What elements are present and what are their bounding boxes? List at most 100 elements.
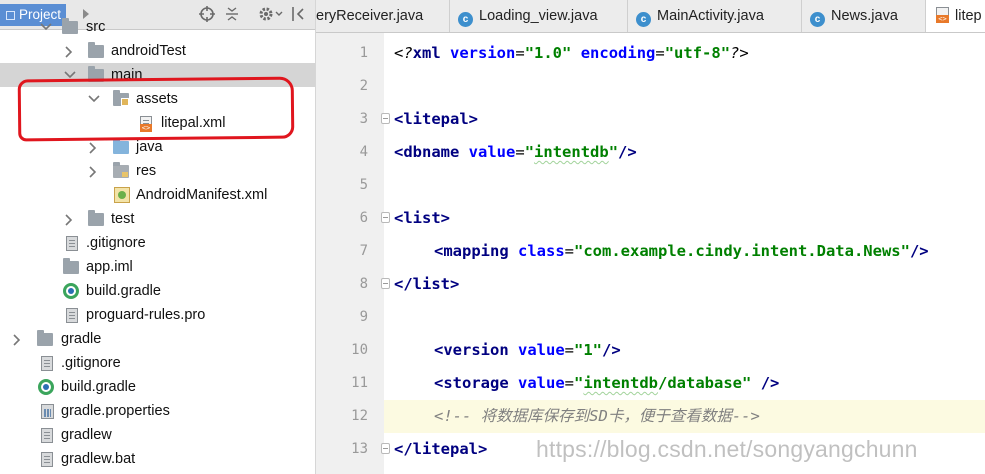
code-line: 7 <mapping class="com.example.cindy.inte… [316, 235, 985, 268]
line-number: 12 [351, 408, 368, 424]
tab-label: News.java [831, 8, 898, 24]
code-line: 1 <?xml version="1.0" encoding="utf-8"?> [316, 37, 985, 70]
tree-item-gradlew-bat[interactable]: gradlew.bat [0, 447, 315, 471]
tree-item-label: gradle [61, 331, 102, 347]
code-line: 2 [316, 70, 985, 103]
fold-marker-icon[interactable] [381, 113, 390, 124]
tab-main-activity[interactable]: c MainActivity.java [628, 0, 802, 32]
tree-item-test[interactable]: test [0, 207, 315, 231]
line-number: 13 [351, 441, 368, 457]
line-number: 6 [359, 210, 368, 226]
code-line: 4 <dbname value="intentdb"/> [316, 136, 985, 169]
tree-item-label: assets [136, 91, 178, 107]
tree-item-androidtest[interactable]: androidTest [0, 39, 315, 63]
xml-file-icon [936, 7, 949, 23]
tree-item-label: gradlew.bat [61, 451, 136, 467]
chevron-down-icon[interactable] [64, 63, 76, 87]
tree-item-label: src [86, 19, 106, 35]
text-file-icon [41, 356, 53, 371]
line-number: 1 [359, 45, 368, 61]
tab-label: MainActivity.java [657, 8, 764, 24]
tree-item-gradlew[interactable]: gradlew [0, 423, 315, 447]
tree-item-label: app.iml [86, 259, 133, 275]
chevron-right-icon[interactable] [64, 39, 76, 63]
properties-file-icon [41, 404, 54, 419]
chevron-right-icon[interactable] [12, 327, 24, 351]
tab-loading-view[interactable]: c Loading_view.java [450, 0, 628, 32]
chevron-right-icon[interactable] [88, 159, 100, 183]
java-class-icon: c [810, 12, 825, 27]
line-number: 4 [359, 144, 368, 160]
line-number: 11 [351, 375, 368, 391]
tree-item-res[interactable]: res [0, 159, 315, 183]
tree-item-app-iml[interactable]: app.iml [0, 255, 315, 279]
editor-tab-bar: eryReceiver.java c Loading_view.java c Mai… [316, 0, 985, 33]
tree-item-gradle[interactable]: gradle [0, 327, 315, 351]
tree-item-label: androidTest [111, 43, 186, 59]
tree-item-build-gradle-root[interactable]: build.gradle [0, 375, 315, 399]
folder-icon [37, 330, 53, 346]
tree-item-build-gradle[interactable]: build.gradle [0, 279, 315, 303]
tree-item-label: java [136, 139, 163, 155]
line-number: 5 [359, 177, 368, 193]
code-line: 9 [316, 301, 985, 334]
tree-item-proguard[interactable]: proguard-rules.pro [0, 303, 315, 327]
code-line: 6 <list> [316, 202, 985, 235]
line-number: 2 [359, 78, 368, 94]
tree-item-java[interactable]: java [0, 135, 315, 159]
tree-item-main[interactable]: main [0, 63, 315, 87]
line-number: 8 [359, 276, 368, 292]
line-number: 10 [351, 342, 368, 358]
tree-item-label: proguard-rules.pro [86, 307, 206, 323]
code-line: 8 </list> [316, 268, 985, 301]
line-number: 3 [359, 111, 368, 127]
project-tool-window: Project src androidTest main assets <> l… [0, 0, 316, 474]
tree-item-label: test [111, 211, 135, 227]
line-number: 7 [359, 243, 368, 259]
tab-news[interactable]: c News.java [802, 0, 926, 32]
text-file-icon [41, 428, 53, 443]
fold-marker-icon[interactable] [381, 212, 390, 223]
tree-item-label: gradlew [61, 427, 112, 443]
tree-item-gitignore[interactable]: .gitignore [0, 231, 315, 255]
tab-battery-receiver[interactable]: eryReceiver.java [316, 0, 450, 32]
tree-item-label: build.gradle [61, 379, 136, 395]
tree-item-label: main [111, 67, 143, 83]
tree-item-label: gradle.properties [61, 403, 170, 419]
manifest-icon [114, 187, 130, 203]
text-file-icon [66, 236, 78, 251]
code-line: 10 <version value="1"/> [316, 334, 985, 367]
folder-icon [62, 18, 78, 34]
tree-item-gitignore-root[interactable]: .gitignore [0, 351, 315, 375]
tree-item-androidmanifest[interactable]: AndroidManifest.xml [0, 183, 315, 207]
source-folder-icon [113, 138, 129, 154]
tab-litepal-xml[interactable]: litep [926, 0, 985, 32]
text-file-icon [41, 452, 53, 467]
tab-label: Loading_view.java [479, 8, 598, 24]
java-class-icon: c [458, 12, 473, 27]
tree-item-label: .gitignore [86, 235, 146, 251]
tree-item-src[interactable]: src [0, 15, 315, 39]
chevron-right-icon[interactable] [88, 135, 100, 159]
chevron-right-icon[interactable] [64, 207, 76, 231]
tree-item-gradle-properties[interactable]: gradle.properties [0, 399, 315, 423]
watermark-text: https://blog.csdn.net/songyangchunn [536, 436, 918, 462]
assets-folder-icon [113, 90, 129, 106]
tree-item-label: AndroidManifest.xml [136, 187, 268, 203]
tree-item-label: res [136, 163, 157, 179]
tree-item-litepal-xml[interactable]: litepal.xml [0, 111, 315, 135]
gradle-icon [38, 379, 54, 395]
tab-label: litep [955, 8, 982, 24]
fold-marker-icon[interactable] [381, 443, 390, 454]
folder-icon [88, 66, 104, 82]
code-line: 3 <litepal> [316, 103, 985, 136]
tree-item-assets[interactable]: assets [0, 87, 315, 111]
code-line: 5 [316, 169, 985, 202]
tab-label: eryReceiver.java [316, 8, 424, 24]
chevron-down-icon[interactable] [88, 87, 100, 111]
code-line: 11 <storage value="intentdb/database" /> [316, 367, 985, 400]
code-editor: eryReceiver.java c Loading_view.java c Mai… [316, 0, 985, 474]
tree-item-label: .gitignore [61, 355, 121, 371]
chevron-down-icon[interactable] [40, 15, 52, 39]
fold-marker-icon[interactable] [381, 278, 390, 289]
